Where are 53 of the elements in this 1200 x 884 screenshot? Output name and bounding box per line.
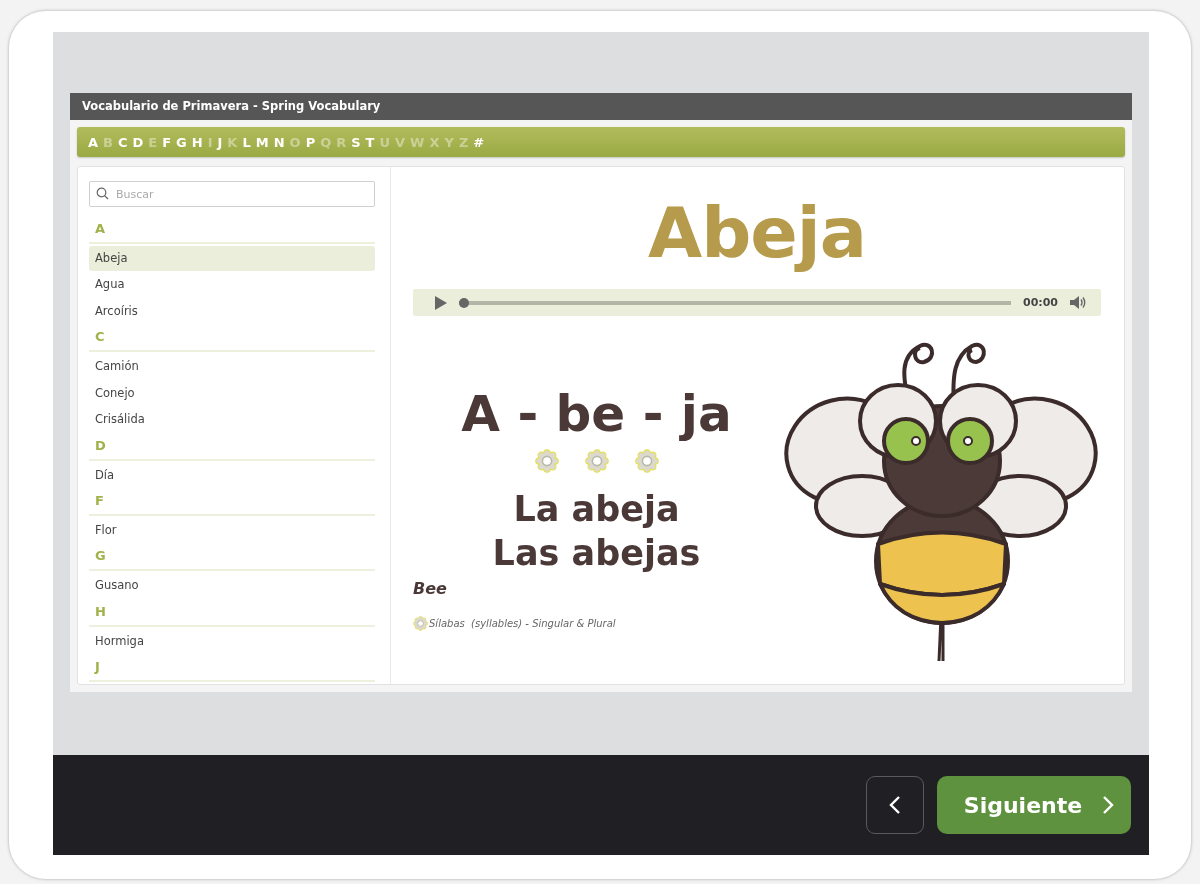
- letter-heading: C: [89, 325, 375, 353]
- word-item[interactable]: Flor: [89, 517, 375, 543]
- volume-icon[interactable]: [1070, 295, 1087, 310]
- word-item[interactable]: Día: [89, 462, 375, 488]
- time-label: 00:00: [1023, 296, 1058, 309]
- chevron-right-icon: [1102, 795, 1115, 815]
- chevron-left-icon: [889, 795, 901, 815]
- letter-link[interactable]: M: [255, 134, 269, 150]
- next-button[interactable]: Siguiente: [937, 776, 1131, 834]
- play-icon[interactable]: [435, 295, 447, 310]
- word-item[interactable]: Conejo: [89, 380, 375, 406]
- letter-link[interactable]: C: [118, 134, 128, 150]
- translation-text: Bee: [413, 579, 447, 598]
- plural-text: Las abejas: [492, 532, 701, 575]
- window-title: Vocabulario de Primavera - Spring Vocabulary: [70, 93, 1132, 120]
- slider-thumb[interactable]: [459, 297, 469, 308]
- letter-link[interactable]: N: [273, 134, 285, 150]
- flower-icon: [534, 449, 559, 473]
- search-icon: [96, 187, 109, 200]
- search-field[interactable]: Buscar: [89, 181, 375, 207]
- letter-heading: A: [89, 217, 375, 244]
- letter-link[interactable]: #: [473, 134, 485, 150]
- word-item[interactable]: Hormiga: [89, 628, 375, 654]
- flower-icon: [584, 449, 609, 473]
- letter-link[interactable]: J: [217, 134, 223, 150]
- letter-heading: D: [89, 433, 375, 461]
- letter-heading: H: [89, 599, 375, 627]
- letter-heading: J: [89, 655, 375, 682]
- letter-link[interactable]: F: [162, 134, 172, 150]
- syllables-text: A - be - ja: [461, 384, 732, 444]
- letter-heading: G: [89, 544, 375, 572]
- word-title: Abeja: [647, 191, 867, 276]
- letter-link[interactable]: G: [176, 134, 187, 150]
- letter-link[interactable]: H: [191, 134, 203, 150]
- letter-link[interactable]: P: [305, 134, 316, 150]
- audio-player[interactable]: 00:00: [413, 289, 1101, 316]
- word-item[interactable]: Arcoíris: [89, 298, 375, 324]
- letter-link[interactable]: A: [88, 134, 99, 150]
- word-item[interactable]: Camión: [89, 354, 375, 380]
- word-item[interactable]: Agua: [89, 272, 375, 298]
- previous-button[interactable]: [866, 776, 924, 834]
- word-item[interactable]: Crisálida: [89, 407, 375, 433]
- legend-text: Sílabas (syllables) - Singular & Plural: [429, 618, 616, 629]
- letter-link[interactable]: D: [132, 134, 144, 150]
- word-item[interactable]: Abeja: [89, 245, 375, 271]
- letter-link[interactable]: S: [351, 134, 361, 150]
- word-item[interactable]: Gusano: [89, 573, 375, 599]
- singular-text: La abeja: [513, 488, 680, 531]
- letter-heading: F: [89, 489, 375, 516]
- letter-link[interactable]: L: [242, 134, 251, 150]
- flower-icon: [634, 449, 659, 473]
- letter-link[interactable]: T: [365, 134, 375, 150]
- flower-icon: [413, 616, 428, 631]
